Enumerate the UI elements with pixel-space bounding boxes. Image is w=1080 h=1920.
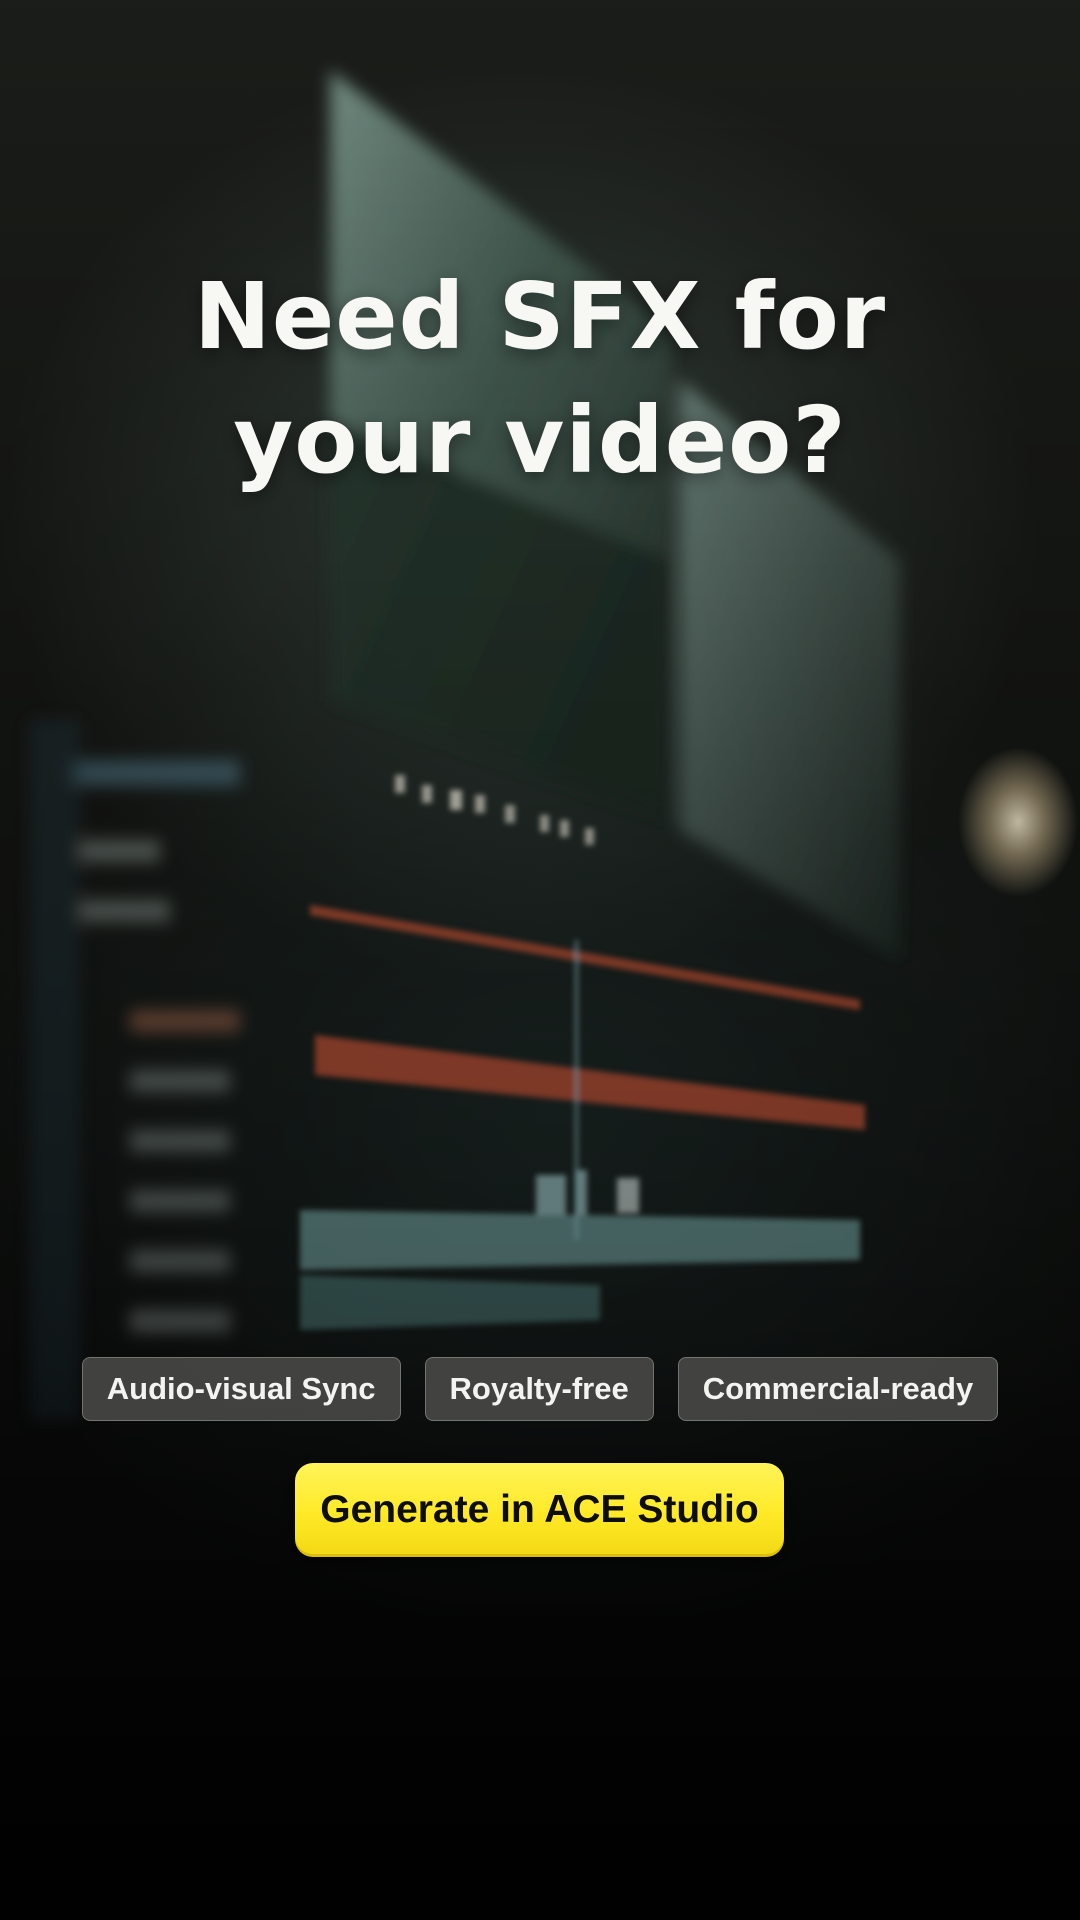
ad-page: Need SFX for your video? Audio-visual Sy… <box>0 0 1080 1920</box>
generate-in-ace-studio-button[interactable]: Generate in ACE Studio <box>295 1463 784 1557</box>
headline: Need SFX for your video? <box>0 255 1080 503</box>
badge-audio-visual-sync: Audio-visual Sync <box>81 1357 401 1421</box>
feature-badges: Audio-visual Sync Royalty-free Commercia… <box>0 1357 1080 1421</box>
badge-commercial-ready: Commercial-ready <box>677 1357 999 1421</box>
badge-royalty-free: Royalty-free <box>424 1357 654 1421</box>
headline-line-1: Need SFX for <box>193 263 887 370</box>
headline-line-2: your video? <box>233 387 847 494</box>
